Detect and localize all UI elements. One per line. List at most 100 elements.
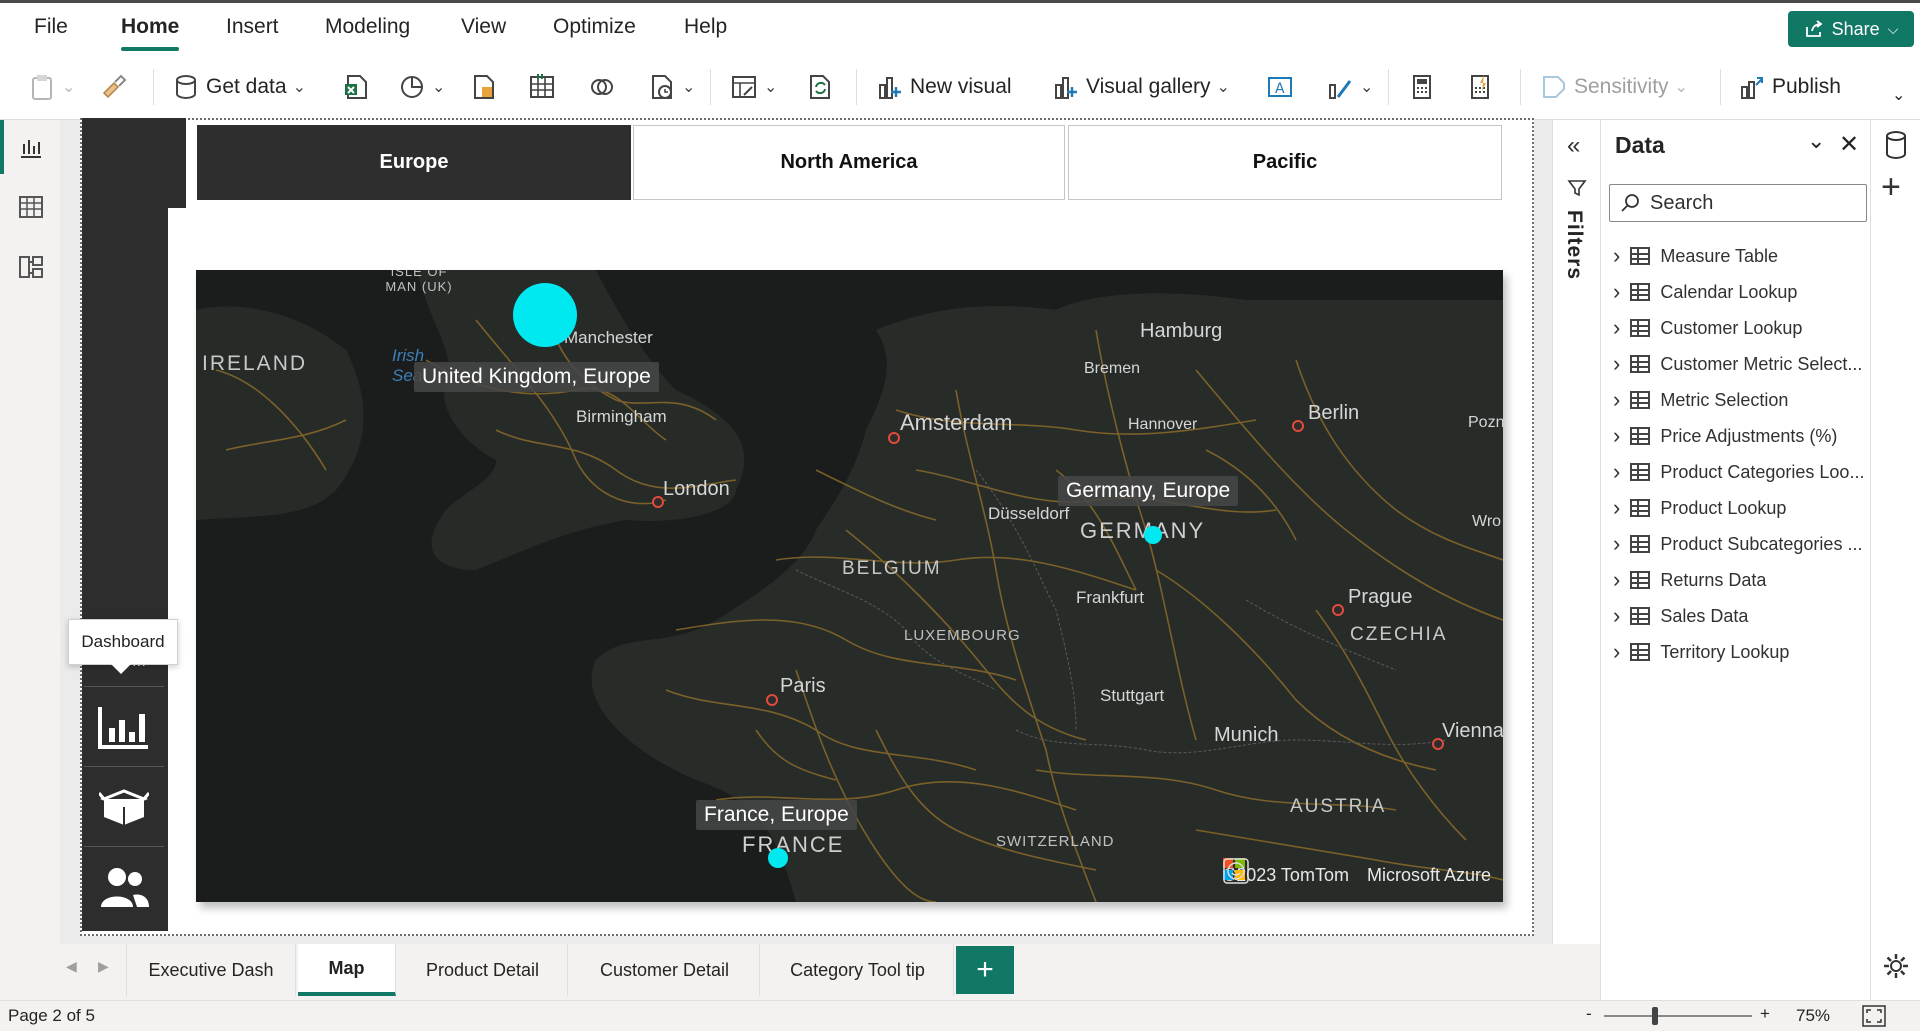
model-view-icon[interactable]	[18, 254, 44, 280]
expand-chevron-icon[interactable]: ›	[1613, 567, 1620, 593]
field-table-item[interactable]: › Customer Lookup	[1613, 312, 1869, 344]
field-table-item[interactable]: › Product Subcategories ...	[1613, 528, 1869, 560]
tab-map[interactable]: Map	[298, 944, 396, 996]
tab-executive-dash[interactable]: Executive Dash	[126, 944, 296, 996]
label-czechia: CZECHIA	[1350, 624, 1448, 645]
field-table-item[interactable]: › Customer Metric Select...	[1613, 348, 1869, 380]
paste-button[interactable]: ⌄	[28, 67, 75, 107]
menu-view[interactable]: View	[461, 15, 506, 39]
menu-help[interactable]: Help	[684, 15, 727, 39]
publish-button[interactable]: Publish	[1738, 67, 1841, 107]
dashboard-nav-button[interactable]	[84, 686, 164, 766]
menu-home[interactable]: Home	[121, 15, 179, 39]
feedback-smiley-icon[interactable]	[1223, 858, 1249, 884]
dataverse-link-button[interactable]	[588, 67, 616, 107]
clock-file-icon	[652, 75, 672, 99]
field-table-item[interactable]: › Product Lookup	[1613, 492, 1869, 524]
refresh-button[interactable]	[806, 67, 834, 107]
quick-measure-icon	[1471, 75, 1489, 99]
map-visual[interactable]: ISLE OF MAN (UK) IRELAND Irish Sea Manch…	[196, 270, 1503, 902]
label-manchester: Manchester	[564, 328, 653, 347]
filters-label[interactable]: Filters	[1562, 210, 1586, 280]
ribbon-collapse-icon[interactable]: ⌄	[1892, 85, 1905, 105]
field-table-item[interactable]: › Measure Table	[1613, 240, 1869, 272]
more-options-icon[interactable]: ···	[132, 656, 146, 672]
enter-data-button[interactable]	[528, 67, 556, 107]
label-munich: Munich	[1214, 724, 1279, 746]
expand-chevron-icon[interactable]: ›	[1613, 423, 1620, 449]
expand-chevron-icon[interactable]: ›	[1613, 243, 1620, 269]
expand-chevron-icon[interactable]: ›	[1613, 279, 1620, 305]
transform-data-button[interactable]: ⌄	[730, 67, 777, 107]
excel-button[interactable]	[342, 67, 370, 107]
share-button[interactable]: Share ⌵	[1788, 11, 1914, 47]
excel-icon	[345, 75, 367, 99]
slicer-europe[interactable]: Europe	[197, 125, 631, 200]
expand-chevron-icon[interactable]: ›	[1613, 531, 1620, 557]
visual-gallery-button[interactable]: Visual gallery ⌄	[1052, 67, 1230, 107]
bubble-germany[interactable]	[1144, 526, 1162, 544]
new-visual-button[interactable]: New visual	[876, 67, 1012, 107]
add-page-button[interactable]: +	[956, 946, 1014, 994]
data-cylinder-icon[interactable]	[1883, 130, 1909, 160]
label-france: FRANCE	[742, 832, 845, 857]
close-data-pane-icon[interactable]: ✕	[1839, 130, 1859, 159]
label-wroclaw: Wro	[1472, 513, 1502, 530]
tab-category-tool-tip[interactable]: Category Tool tip	[762, 944, 954, 996]
sensitivity-button[interactable]: Sensitivity ⌄	[1540, 67, 1688, 107]
field-table-item[interactable]: › Calendar Lookup	[1613, 276, 1869, 308]
bubble-france[interactable]	[768, 848, 788, 868]
settings-gear-icon[interactable]	[1882, 952, 1910, 980]
expand-chevron-icon[interactable]: ›	[1613, 351, 1620, 377]
get-data-button[interactable]: Get data ⌄	[172, 67, 306, 107]
tab-customer-detail[interactable]: Customer Detail	[570, 944, 760, 996]
menu-modeling[interactable]: Modeling	[325, 15, 410, 39]
expand-chevron-icon[interactable]: ›	[1613, 387, 1620, 413]
expand-chevron-icon[interactable]: ›	[1613, 603, 1620, 629]
scroll-tabs-left-icon[interactable]: ◀	[66, 958, 77, 975]
slicer-north-america[interactable]: North America	[633, 125, 1065, 200]
tab-product-detail[interactable]: Product Detail	[398, 944, 568, 996]
slicer-pacific[interactable]: Pacific	[1068, 125, 1502, 200]
expand-filters-icon[interactable]: «	[1567, 132, 1580, 160]
customer-nav-button[interactable]	[84, 846, 164, 926]
zoom-slider-thumb[interactable]	[1652, 1007, 1658, 1025]
recent-sources-button[interactable]: ⌄	[648, 67, 695, 107]
table-view-icon[interactable]	[18, 194, 44, 220]
collapse-data-pane-icon[interactable]: ⌄	[1807, 128, 1825, 154]
field-table-item[interactable]: › Product Categories Loo...	[1613, 456, 1869, 488]
zoom-slider-track[interactable]	[1604, 1015, 1752, 1017]
more-visuals-button[interactable]: ⌄	[1326, 67, 1373, 107]
new-measure-button[interactable]	[1408, 67, 1436, 107]
field-table-item[interactable]: › Price Adjustments (%)	[1613, 420, 1869, 452]
data-hub-button[interactable]: ⌄	[398, 67, 445, 107]
menu-optimize[interactable]: Optimize	[553, 15, 636, 39]
scroll-tabs-right-icon[interactable]: ▶	[98, 958, 109, 975]
text-box-button[interactable]: A	[1266, 67, 1294, 107]
report-view-icon[interactable]	[18, 134, 44, 160]
zoom-out-icon[interactable]: -	[1586, 1004, 1592, 1024]
field-table-item[interactable]: › Territory Lookup	[1613, 636, 1869, 668]
format-painter-button[interactable]	[100, 67, 128, 107]
field-table-item[interactable]: › Returns Data	[1613, 564, 1869, 596]
expand-chevron-icon[interactable]: ›	[1613, 459, 1620, 485]
menu-insert[interactable]: Insert	[226, 15, 279, 39]
fit-to-page-icon[interactable]	[1862, 1005, 1886, 1027]
expand-chevron-icon[interactable]: ›	[1613, 639, 1620, 665]
zoom-in-icon[interactable]: +	[1760, 1004, 1770, 1024]
field-table-item[interactable]: › Metric Selection	[1613, 384, 1869, 416]
new-visual-icon	[879, 77, 901, 99]
product-nav-button[interactable]	[84, 766, 164, 846]
add-pane-icon[interactable]: +	[1881, 168, 1901, 207]
data-search-input[interactable]: Search	[1609, 184, 1867, 222]
dataverse-button[interactable]	[470, 67, 498, 107]
expand-chevron-icon[interactable]: ›	[1613, 315, 1620, 341]
menu-file[interactable]: File	[34, 15, 68, 39]
field-table-item[interactable]: › Sales Data	[1613, 600, 1869, 632]
nav-panel-edge	[168, 118, 186, 208]
bubble-united-kingdom[interactable]	[513, 283, 577, 347]
quick-measure-button[interactable]	[1466, 67, 1494, 107]
search-placeholder: Search	[1650, 191, 1714, 214]
database-icon	[176, 75, 196, 100]
expand-chevron-icon[interactable]: ›	[1613, 495, 1620, 521]
